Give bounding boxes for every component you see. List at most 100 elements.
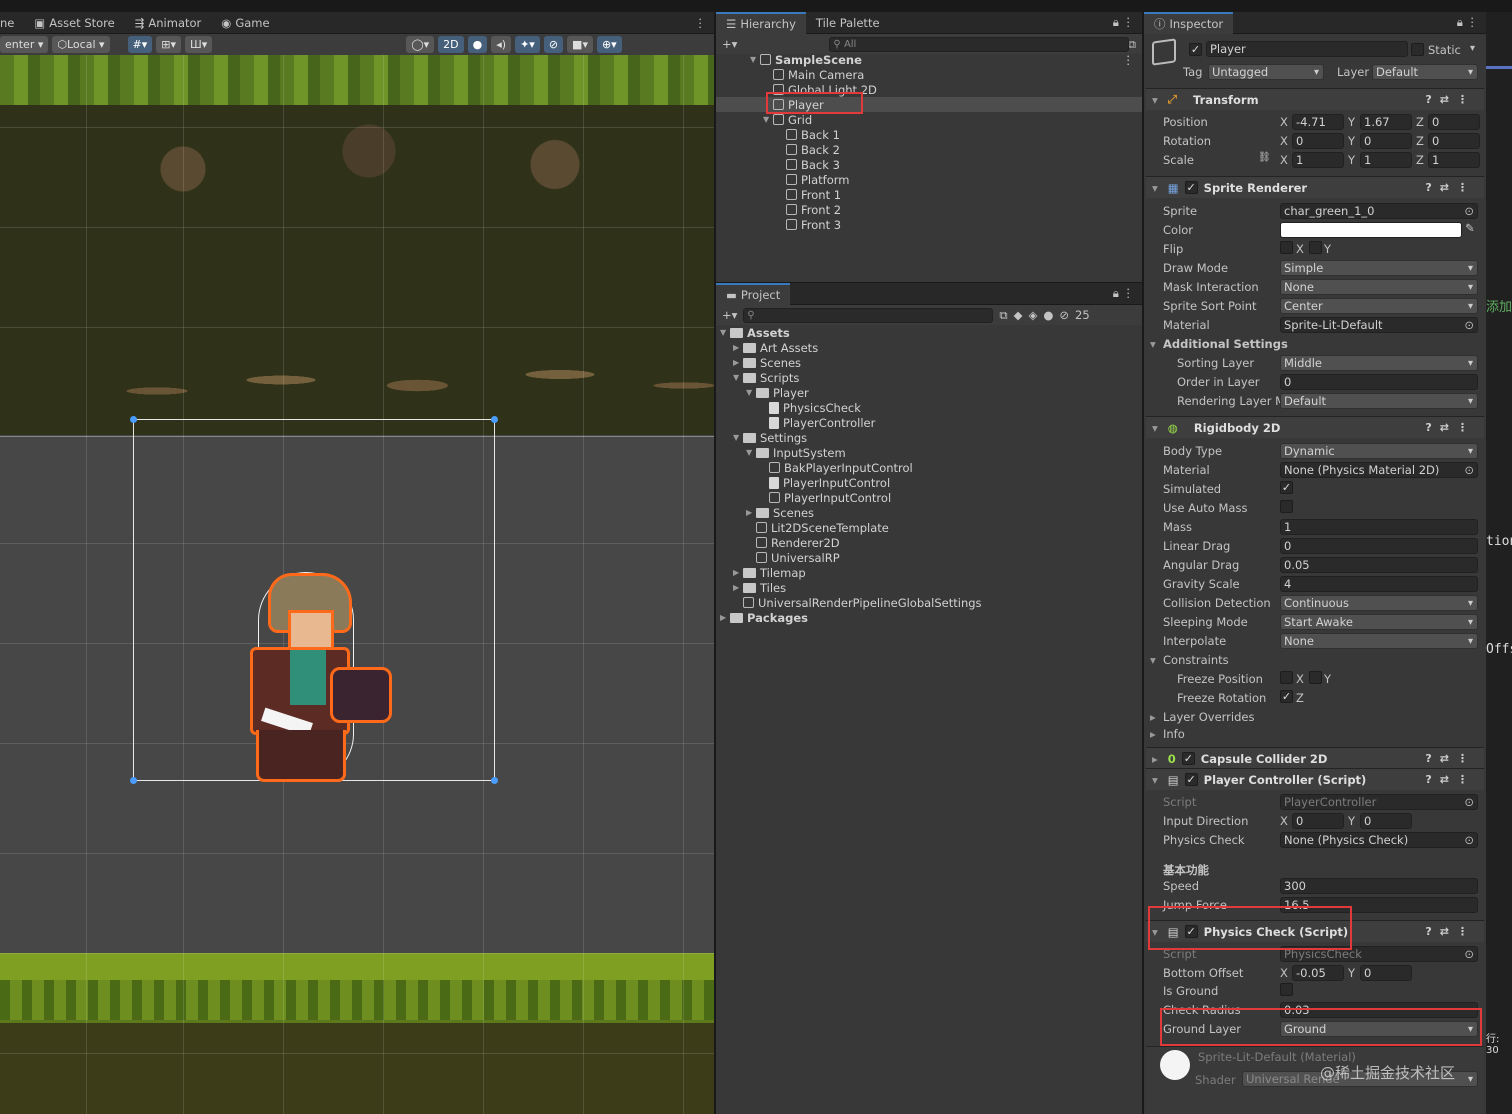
material-field[interactable]: Sprite-Lit-Default ⊙ [1280, 317, 1478, 333]
tag-dropdown[interactable]: Untagged [1208, 64, 1324, 80]
shading-dropdown[interactable]: ◯▾ [406, 36, 435, 53]
expand-arrow-icon[interactable]: ▶ [733, 583, 743, 592]
expand-arrow-icon[interactable]: ▼ [746, 448, 756, 457]
hierarchy-item[interactable]: Platform [716, 172, 1142, 187]
expand-arrow-icon[interactable]: ▶ [720, 613, 730, 622]
vector-x-field[interactable]: 0 [1292, 133, 1344, 149]
light-toggle-icon[interactable]: ● [467, 36, 488, 53]
interpolate-dropdown[interactable]: None [1280, 633, 1478, 649]
label-filter-icon[interactable]: ◈ [1029, 308, 1038, 322]
is-ground-checkbox[interactable] [1280, 983, 1293, 996]
vector-y-field[interactable]: 1 [1360, 152, 1412, 168]
linear-drag-field[interactable]: 0 [1280, 538, 1478, 554]
offset-y-field[interactable]: 0 [1360, 965, 1412, 981]
transform-header[interactable]: ▾ ⤢ Transform ?⇄⋮ [1146, 88, 1484, 110]
lock-icon[interactable]: 🔒︎ ⋮ [1457, 15, 1486, 30]
tab-project[interactable]: ▬ Project [716, 282, 791, 305]
warning-icon[interactable]: ● [1043, 308, 1053, 322]
vector-y-field[interactable]: 0 [1360, 133, 1412, 149]
rect-handle[interactable] [491, 777, 498, 784]
mass-field[interactable]: 1 [1280, 519, 1478, 535]
angular-drag-field[interactable]: 0.05 [1280, 557, 1478, 573]
grid-snap-button[interactable]: #▾ [127, 36, 153, 53]
object-picker-icon[interactable]: ⊙ [1464, 947, 1474, 961]
capsule-collider-header[interactable]: ▸ 0 ✓ Capsule Collider 2D ?⇄⋮ [1146, 747, 1484, 769]
offset-x-field[interactable]: -0.05 [1292, 965, 1344, 981]
project-item[interactable]: PlayerController [716, 415, 1142, 430]
audio-toggle-icon[interactable]: ◂) [491, 36, 512, 53]
vector-z-field[interactable]: 0 [1428, 114, 1480, 130]
lock-icon[interactable]: 🔒︎ ⋮ [1113, 286, 1142, 301]
tab-game[interactable]: ◉ Game [211, 12, 279, 34]
visibility-toggle-icon[interactable]: ⊘ [543, 36, 564, 53]
speed-field[interactable]: 300 [1280, 878, 1478, 894]
gizmos-dropdown-icon[interactable]: ⊕▾ [596, 36, 622, 53]
2d-toggle[interactable]: 2D [438, 36, 464, 53]
input-y-field[interactable]: 0 [1360, 813, 1412, 829]
project-item[interactable]: ▶ Scenes [716, 355, 1142, 370]
sprite-field[interactable]: char_green_1_0 ⊙ [1280, 203, 1478, 219]
lock-icon[interactable]: 🔒︎ ⋮ [1113, 15, 1142, 30]
script-field[interactable]: PlayerController ⊙ [1280, 794, 1478, 810]
component-enabled-checkbox[interactable]: ✓ [1181, 752, 1195, 765]
sleeping-mode-dropdown[interactable]: Start Awake [1280, 614, 1478, 630]
rect-handle[interactable] [491, 416, 498, 423]
expand-arrow-icon[interactable]: ▼ [746, 388, 756, 397]
flip-x-checkbox[interactable] [1280, 241, 1293, 254]
expand-arrow-icon[interactable]: ▼ [720, 328, 730, 337]
project-item[interactable]: ▼ Player [716, 385, 1142, 400]
component-enabled-checkbox[interactable]: ✓ [1184, 181, 1198, 194]
fold-icon[interactable]: ▾ [1150, 653, 1156, 667]
physics-material-field[interactable]: None (Physics Material 2D) ⊙ [1280, 462, 1478, 478]
filter-icon[interactable]: ⧉ [999, 308, 1007, 323]
pivot-dropdown[interactable]: enter ▾ [0, 36, 49, 53]
tab-inspector[interactable]: ⓘ Inspector [1144, 11, 1234, 34]
project-item[interactable]: ▼ Settings [716, 430, 1142, 445]
project-item[interactable]: ▶ Art Assets [716, 340, 1142, 355]
project-item[interactable]: ▼ Scripts [716, 370, 1142, 385]
expand-arrow-icon[interactable]: ▼ [733, 373, 743, 382]
layer-dropdown[interactable]: Default [1372, 64, 1478, 80]
hierarchy-item[interactable]: ▼ SampleScene ⋮ [716, 52, 1142, 67]
object-picker-icon[interactable]: ⊙ [1464, 795, 1474, 809]
rect-handle[interactable] [130, 777, 137, 784]
expand-arrow-icon[interactable]: ▶ [733, 343, 743, 352]
expand-arrow-icon[interactable]: ▼ [750, 55, 760, 64]
fx-toggle-icon[interactable]: ✦▾ [515, 36, 540, 53]
vector-z-field[interactable]: 0 [1428, 133, 1480, 149]
type-filter-icon[interactable]: ◆ [1014, 308, 1023, 322]
draw-mode-dropdown[interactable]: Simple [1280, 260, 1478, 276]
mask-interaction-dropdown[interactable]: None [1280, 279, 1478, 295]
project-item[interactable]: ▶ Tilemap [716, 565, 1142, 580]
hidden-count-icon[interactable]: ⊘ [1059, 308, 1069, 322]
space-dropdown[interactable]: ⬡ Local ▾ [52, 36, 110, 53]
hierarchy-item[interactable]: Front 3 [716, 217, 1142, 232]
order-in-layer-field[interactable]: 0 [1280, 374, 1478, 390]
hierarchy-item[interactable]: Back 1 [716, 127, 1142, 142]
add-icon[interactable]: +▾ [722, 37, 737, 51]
object-picker-icon[interactable]: ⊙ [1464, 204, 1474, 218]
fold-icon[interactable]: ▾ [1150, 337, 1156, 351]
fold-icon[interactable]: ▸ [1150, 710, 1156, 724]
sorting-layer-dropdown[interactable]: Middle [1280, 355, 1478, 371]
project-item[interactable]: ▼ Assets [716, 325, 1142, 340]
fold-icon[interactable]: ▸ [1150, 727, 1156, 741]
project-item[interactable]: Lit2DSceneTemplate [716, 520, 1142, 535]
hierarchy-item[interactable]: Back 3 [716, 157, 1142, 172]
component-menu-icon[interactable]: ?⇄⋮ [1425, 925, 1476, 938]
project-item[interactable]: PhysicsCheck [716, 400, 1142, 415]
vector-y-field[interactable]: 1.67 [1360, 114, 1412, 130]
active-checkbox[interactable]: ✓ [1189, 43, 1202, 56]
hierarchy-item[interactable]: Main Camera [716, 67, 1142, 82]
freeze-pos-y-checkbox[interactable] [1309, 671, 1322, 684]
freeze-pos-x-checkbox[interactable] [1280, 671, 1293, 684]
component-menu-icon[interactable]: ?⇄⋮ [1425, 181, 1476, 194]
static-checkbox[interactable] [1411, 43, 1424, 56]
eyedropper-icon[interactable]: ✎ [1465, 221, 1475, 235]
project-item[interactable]: PlayerInputControl [716, 490, 1142, 505]
constrain-proportions-icon[interactable]: ⛓ [1258, 152, 1271, 163]
object-picker-icon[interactable]: ⊙ [1464, 833, 1474, 847]
scene-viewport[interactable] [0, 55, 714, 1114]
object-name-field[interactable]: Player [1206, 41, 1408, 57]
hierarchy-item[interactable]: Back 2 [716, 142, 1142, 157]
